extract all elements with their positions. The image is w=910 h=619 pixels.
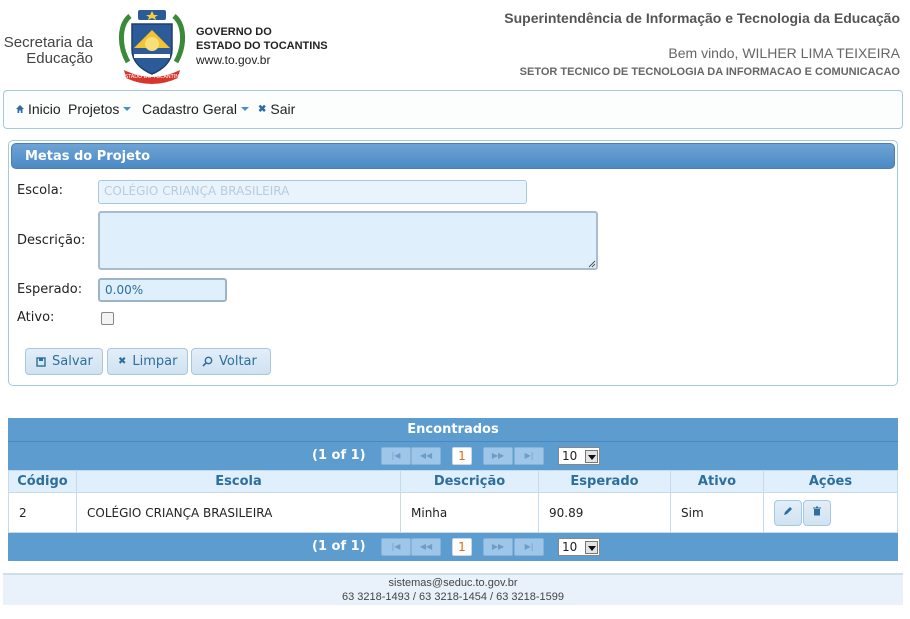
first-page-button[interactable]: |◀ bbox=[381, 447, 411, 465]
esperado-label: Esperado: bbox=[17, 282, 83, 297]
trash-icon bbox=[813, 506, 821, 515]
page-footer: sistemas@seduc.to.gov.br 63 3218-1493 / … bbox=[3, 573, 903, 605]
last-page-button[interactable]: ▶| bbox=[514, 538, 544, 556]
descricao-label: Descrição: bbox=[17, 233, 86, 248]
escola-label: Escola: bbox=[17, 183, 64, 198]
footer-phones: 63 3218-1493 / 63 3218-1454 / 63 3218-15… bbox=[341, 591, 565, 603]
column-header-acoes: Ações bbox=[763, 470, 898, 493]
cell-esperado: 90.89 bbox=[538, 492, 671, 533]
table-header-row: Código Escola Descrição Esperado Ativo A… bbox=[8, 470, 898, 493]
limpar-button[interactable]: ✖ Limpar bbox=[107, 348, 188, 375]
page-info: (1 of 1) bbox=[312, 448, 366, 463]
seal-text: ESTADO DO TOCANTINS bbox=[122, 74, 182, 80]
column-header-ativo[interactable]: Ativo bbox=[670, 470, 764, 493]
chevron-down-icon bbox=[585, 541, 598, 554]
gov-line1: GOVERNO DO bbox=[196, 26, 272, 38]
chevron-down-icon bbox=[240, 107, 249, 111]
welcome-text: Bem vindo, WILHER LIMA TEIXEIRA bbox=[668, 45, 900, 61]
salvar-label: Salvar bbox=[52, 354, 93, 369]
home-icon bbox=[16, 105, 24, 113]
column-header-descricao[interactable]: Descrição bbox=[400, 470, 539, 493]
setor-text: SETOR TECNICO DE TECNOLOGIA DA INFORMACA… bbox=[519, 66, 900, 78]
menu-label-cadastro-geral: Cadastro Geral bbox=[142, 101, 237, 117]
paginator-top: (1 of 1) |◀ ◀◀ 1 ▶▶ ▶| 10 bbox=[8, 442, 898, 470]
esperado-field[interactable]: 0.00% bbox=[98, 278, 227, 302]
secretaria-label: Secretaria da Educação bbox=[4, 35, 93, 67]
ativo-label: Ativo: bbox=[17, 310, 55, 325]
menu-label-inicio: Inicio bbox=[28, 101, 61, 117]
pencil-icon bbox=[784, 506, 792, 515]
delete-button[interactable] bbox=[803, 499, 831, 526]
menu-label-projetos: Projetos bbox=[68, 101, 120, 117]
rows-per-page-value: 10 bbox=[562, 540, 578, 554]
salvar-button[interactable]: Salvar bbox=[25, 348, 103, 375]
prev-page-button[interactable]: ◀◀ bbox=[411, 447, 441, 465]
system-title: Superintendência de Informação e Tecnolo… bbox=[504, 10, 900, 26]
escola-field: COLÉGIO CRIANÇA BRASILEIRA bbox=[98, 180, 527, 204]
header-info: Superintendência de Informação e Tecnolo… bbox=[504, 10, 900, 78]
menu-label-sair: Sair bbox=[270, 101, 296, 117]
edit-button[interactable] bbox=[774, 499, 802, 526]
close-icon: ✖ bbox=[258, 103, 267, 115]
search-icon bbox=[202, 356, 213, 367]
secretaria-line2: Educação bbox=[26, 50, 93, 67]
secretaria-line1: Secretaria da bbox=[3, 34, 93, 51]
prev-page-button[interactable]: ◀◀ bbox=[411, 538, 441, 556]
voltar-label: Voltar bbox=[219, 354, 257, 369]
gov-line2: ESTADO DO TOCANTINS bbox=[196, 40, 328, 52]
voltar-button[interactable]: Voltar bbox=[191, 348, 271, 375]
cell-descricao: Minha bbox=[400, 492, 539, 533]
page-header: Secretaria da Educação ESTADO DO TOCANTI… bbox=[0, 0, 910, 88]
cell-ativo: Sim bbox=[670, 492, 764, 533]
save-icon bbox=[36, 356, 46, 367]
next-page-button[interactable]: ▶▶ bbox=[483, 538, 513, 556]
panel-title: Metas do Projeto bbox=[11, 143, 895, 169]
resize-grip-icon[interactable] bbox=[588, 260, 596, 268]
cell-codigo: 2 bbox=[8, 492, 77, 533]
limpar-label: Limpar bbox=[132, 354, 178, 369]
page-number-button[interactable]: 1 bbox=[452, 447, 472, 465]
rows-per-page-value: 10 bbox=[562, 449, 578, 463]
footer-email: sistemas@seduc.to.gov.br bbox=[388, 577, 518, 589]
chevron-down-icon bbox=[123, 107, 132, 111]
table-row[interactable]: 2 COLÉGIO CRIANÇA BRASILEIRA Minha 90.89… bbox=[8, 492, 898, 533]
close-icon: ✖ bbox=[118, 356, 127, 367]
column-header-codigo[interactable]: Código bbox=[8, 470, 77, 493]
results-title: Encontrados bbox=[8, 418, 898, 442]
first-page-button[interactable]: |◀ bbox=[381, 538, 411, 556]
paginator-bottom: (1 of 1) |◀ ◀◀ 1 ▶▶ ▶| 10 bbox=[8, 533, 898, 561]
page-info: (1 of 1) bbox=[312, 539, 366, 554]
menu-item-projetos[interactable]: Projetos bbox=[68, 101, 132, 117]
cell-escola: COLÉGIO CRIANÇA BRASILEIRA bbox=[76, 492, 401, 533]
last-page-button[interactable]: ▶| bbox=[514, 447, 544, 465]
results-table: Código Escola Descrição Esperado Ativo A… bbox=[8, 470, 898, 533]
page-number-button[interactable]: 1 bbox=[452, 538, 472, 556]
chevron-down-icon bbox=[585, 450, 598, 463]
column-header-escola[interactable]: Escola bbox=[76, 470, 401, 493]
descricao-textarea[interactable] bbox=[98, 211, 598, 270]
next-page-button[interactable]: ▶▶ bbox=[483, 447, 513, 465]
gov-site: www.to.gov.br bbox=[196, 53, 271, 67]
column-header-esperado[interactable]: Esperado bbox=[538, 470, 671, 493]
menu-item-inicio[interactable]: Inicio bbox=[15, 101, 61, 117]
government-block: GOVERNO DO ESTADO DO TOCANTINS www.to.go… bbox=[196, 25, 328, 67]
ativo-checkbox[interactable] bbox=[101, 312, 114, 325]
results-datatable: Encontrados (1 of 1) |◀ ◀◀ 1 ▶▶ ▶| 10 Có… bbox=[8, 418, 898, 561]
cell-acoes bbox=[763, 492, 898, 533]
menu-item-sair[interactable]: ✖ Sair bbox=[258, 101, 295, 117]
rows-per-page-select[interactable]: 10 bbox=[558, 538, 600, 556]
main-menu: Inicio Projetos Cadastro Geral ✖ Sair bbox=[3, 90, 903, 129]
rows-per-page-select[interactable]: 10 bbox=[558, 447, 600, 465]
menu-item-cadastro-geral[interactable]: Cadastro Geral bbox=[142, 101, 249, 117]
tocantins-coat-of-arms-logo: ESTADO DO TOCANTINS bbox=[119, 10, 185, 84]
